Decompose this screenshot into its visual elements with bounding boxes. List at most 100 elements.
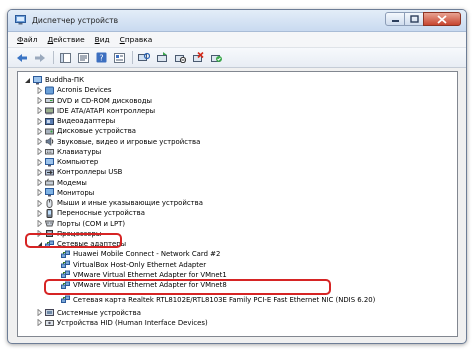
menu-help[interactable]: Справка: [115, 35, 158, 44]
tree-category[interactable]: Устройства HID (Human Interface Devices): [36, 318, 208, 328]
minimize-button[interactable]: [385, 12, 405, 26]
show-hide-console-button[interactable]: [59, 52, 71, 64]
tree-item-realtek-adapter[interactable]: Сетевая карта Realtek RTL8102E/RTL8103E …: [52, 295, 375, 305]
expand-arrow-icon[interactable]: [36, 220, 43, 227]
close-button[interactable]: [423, 12, 461, 26]
tree-category[interactable]: Контроллеры USB: [36, 167, 122, 177]
expand-arrow-icon[interactable]: [36, 209, 43, 217]
tree-expander[interactable]: [36, 220, 43, 228]
tree-category[interactable]: DVD и CD-ROM дисководы: [36, 96, 152, 106]
network-adapter-icon: [61, 270, 70, 279]
tree-expander[interactable]: [36, 97, 43, 105]
tree-expander[interactable]: [36, 309, 43, 317]
expand-arrow-icon[interactable]: [36, 138, 43, 145]
tree-category[interactable]: Порты (COM и LPT): [36, 219, 125, 229]
tree-item-label: Переносные устройства: [57, 209, 145, 218]
disable-device-button[interactable]: [174, 52, 186, 64]
update-driver-button[interactable]: [156, 52, 168, 64]
dvd-drive-icon: [45, 98, 54, 103]
monitor-icon: [45, 188, 54, 197]
tree-category[interactable]: Переносные устройства: [36, 208, 145, 218]
tree-item-label: Сетевая карта Realtek RTL8102E/RTL8103E …: [73, 295, 376, 304]
tree-category[interactable]: Модемы: [36, 178, 87, 188]
menu-action[interactable]: Действие: [42, 35, 89, 44]
tree-category[interactable]: Мыши и иные указывающие устройства: [36, 198, 203, 208]
collapse-arrow-icon[interactable]: [24, 77, 31, 84]
help-button[interactable]: ?: [95, 52, 107, 64]
disk-drive-icon: [45, 127, 54, 136]
back-button[interactable]: [16, 52, 28, 64]
expand-arrow-icon[interactable]: [36, 168, 43, 176]
tree-expander[interactable]: [36, 148, 43, 156]
tree-expander: [52, 296, 59, 304]
tree-category[interactable]: Звуковые, видео и игровые устройства: [36, 137, 200, 147]
expand-arrow-icon[interactable]: [36, 148, 43, 156]
mouse-icon: [46, 198, 53, 208]
tree-expander[interactable]: [36, 117, 43, 125]
uninstall-device-button[interactable]: [192, 52, 204, 64]
tree-category[interactable]: Мониторы: [36, 188, 94, 198]
dvd-drive-icon: [45, 96, 54, 105]
computer-icon: [45, 157, 54, 166]
expand-arrow-icon[interactable]: [36, 86, 43, 94]
expand-arrow-icon[interactable]: [36, 179, 43, 186]
device-tree[interactable]: Buddha-ПК Acronis Devices DVD и CD-ROM дис…: [17, 71, 458, 337]
sound-icon: [45, 137, 54, 146]
tree-item-label: Звуковые, видео и игровые устройства: [57, 137, 201, 146]
tree-expander[interactable]: [36, 189, 43, 197]
tree-item-network-adapter[interactable]: VirtualBox Host-Only Ethernet Adapter: [52, 260, 206, 270]
maximize-button[interactable]: [404, 12, 424, 26]
keyboard-icon: [45, 147, 54, 156]
tree-expander[interactable]: [36, 209, 43, 217]
menu-file[interactable]: Файл: [12, 35, 42, 44]
properties-button[interactable]: [77, 52, 89, 64]
toolbar-separator: [132, 51, 133, 64]
expand-arrow-icon[interactable]: [36, 319, 43, 327]
expand-arrow-icon[interactable]: [36, 127, 43, 135]
tree-expander[interactable]: [36, 138, 43, 146]
expand-arrow-icon[interactable]: [36, 158, 43, 166]
tree-expander[interactable]: [36, 179, 43, 187]
expand-arrow-icon[interactable]: [36, 199, 43, 207]
port-icon: [45, 219, 54, 228]
realtek-adapter-highlight: [44, 279, 331, 295]
expand-arrow-icon[interactable]: [36, 97, 43, 104]
network-adapter-icon: [61, 295, 70, 304]
tree-expander[interactable]: [36, 199, 43, 207]
tree-expander[interactable]: [36, 158, 43, 166]
tree-expander[interactable]: [36, 86, 43, 94]
expand-arrow-icon[interactable]: [36, 107, 43, 115]
expand-arrow-icon[interactable]: [36, 117, 43, 125]
properties-alt-button[interactable]: [113, 52, 125, 64]
title-bar[interactable]: Диспетчер устройств: [8, 10, 466, 32]
forward-button[interactable]: [34, 52, 46, 64]
tree-category[interactable]: Клавиатуры: [36, 147, 101, 157]
tree-expander[interactable]: [24, 76, 31, 84]
monitor-icon: [45, 188, 54, 197]
tree-expander[interactable]: [36, 319, 43, 327]
uninstall-device-icon: [192, 52, 204, 62]
tree-category[interactable]: Acronis Devices: [36, 85, 112, 95]
enable-device-button[interactable]: [210, 52, 222, 64]
tree-expander[interactable]: [36, 168, 43, 176]
scan-hardware-button[interactable]: [138, 52, 150, 64]
tree-category[interactable]: Видеоадаптеры: [36, 116, 115, 126]
network-adapter-icon: [61, 250, 70, 259]
tree-category[interactable]: Дисковые устройства: [36, 126, 136, 136]
enable-device-icon: [210, 55, 222, 62]
tree-expander[interactable]: [36, 107, 43, 115]
expand-arrow-icon[interactable]: [36, 189, 43, 197]
tree-category[interactable]: Системные устройства: [36, 308, 141, 318]
tree-item-label: Мыши и иные указывающие устройства: [57, 199, 203, 207]
display-adapter-icon: [45, 117, 54, 126]
acronis-icon: [45, 86, 54, 95]
tree-root-computer[interactable]: Buddha-ПК: [24, 75, 84, 85]
tree-category[interactable]: Компьютер: [36, 157, 98, 167]
tree-category[interactable]: IDE ATA/ATAPI контроллеры: [36, 106, 155, 116]
tree-item-network-adapter[interactable]: Huawei Mobile Connect - Network Card #2: [52, 249, 220, 259]
menu-view[interactable]: Вид: [90, 35, 115, 44]
svg-text:?: ?: [99, 54, 103, 63]
expand-arrow-icon[interactable]: [36, 309, 43, 317]
tree-expander[interactable]: [36, 127, 43, 135]
usb-icon: [45, 168, 54, 177]
